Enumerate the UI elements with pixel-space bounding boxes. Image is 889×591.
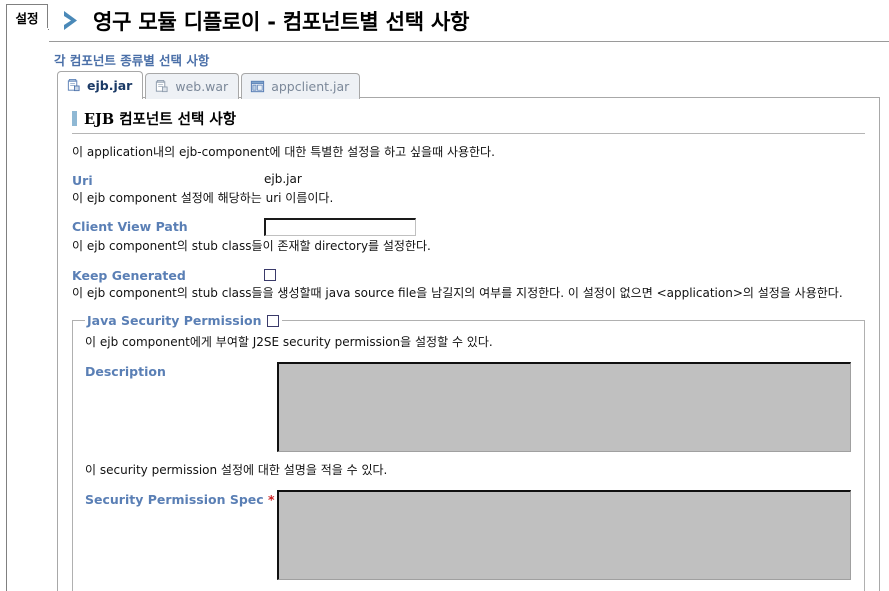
active-tab-merge-strip [59,96,136,99]
keep-generated-help-text: 이 ejb component의 stub class들을 생성할때 java … [72,285,843,300]
keep-generated-checkbox[interactable] [264,268,276,281]
field-row-description: Description [85,361,852,452]
security-permission-spec-textarea[interactable] [277,490,851,581]
uri-value: ejb.jar [264,172,302,187]
tab-web-war[interactable]: web.war [145,73,240,99]
java-security-permission-checkbox[interactable] [266,315,279,328]
client-view-path-label: Client View Path [72,219,188,235]
ejb-jar-tab-panel: EJB 컴포넌트 선택 사항 이 application내의 ejb-compo… [57,97,880,591]
section-intro-text: 이 application내의 ejb-component에 대한 특별한 설정… [72,145,495,159]
component-tabs: ejb.jar web.war appclient.jar [57,71,362,99]
tab-appclient-jar-label: appclient.jar [271,79,350,94]
client-view-path-input[interactable] [264,218,416,237]
field-row-client-view-path: Client View Path [72,218,865,237]
section-accent-bar [72,111,77,126]
uri-help-text: 이 ejb component 설정에 해당하는 uri 이름이다. [72,191,334,206]
description-help-text: 이 security permission 설정에 대한 설명을 적을 수 있다… [85,462,388,477]
java-security-permission-intro: 이 ejb component에게 부여할 J2SE security perm… [85,334,493,349]
page-title: 영구 모듈 디플로이 - 컴포넌트별 선택 사항 [93,9,470,34]
web-war-icon [156,80,168,93]
tab-ejb-jar[interactable]: ejb.jar [57,71,144,99]
tab-appclient-jar[interactable]: appclient.jar [241,73,361,99]
java-security-permission-group: Java Security Permission 이 ejb component… [72,312,865,591]
page-header: 영구 모듈 디플로이 - 컴포넌트별 선택 사항 [49,0,889,42]
java-security-permission-legend: Java Security Permission [85,313,282,328]
appclient-jar-icon [251,80,265,93]
section-header: EJB 컴포넌트 선택 사항 [72,108,865,134]
field-row-keep-generated: Keep Generated [72,267,865,283]
required-marker: * [268,492,275,508]
description-textarea[interactable] [277,361,851,452]
tab-ejb-jar-label: ejb.jar [87,78,133,93]
java-security-permission-legend-label: Java Security Permission [87,312,262,328]
ejb-jar-icon [67,79,80,92]
keep-generated-label: Keep Generated [72,267,186,283]
outer-tab-settings-label: 설정 [15,11,39,26]
application-window: 설정 영구 모듈 디플로이 - 컴포넌트별 선택 사항 각 컴포넌트 종류별 선… [0,0,889,591]
outer-tab-merge-strip [7,28,48,31]
chevron-right-icon [64,10,77,30]
security-permission-spec-label: Security Permission Spec * [85,490,277,507]
security-permission-spec-label-text: Security Permission Spec [85,492,264,508]
page-content: 각 컴포넌트 종류별 선택 사항 ejb.jar web.war appclie… [49,43,889,591]
outer-tab-settings[interactable]: 설정 [6,4,48,30]
tab-web-war-label: web.war [175,79,229,94]
section-title: EJB 컴포넌트 선택 사항 [84,111,237,128]
client-view-path-help-text: 이 ejb component의 stub class들이 존재할 direct… [72,239,431,254]
page-subtitle: 각 컴포넌트 종류별 선택 사항 [54,53,210,68]
field-row-security-permission-spec: Security Permission Spec * [85,490,852,581]
description-label: Description [85,363,166,379]
uri-label: Uri [72,173,93,189]
field-row-uri: Uri ejb.jar [72,172,865,188]
